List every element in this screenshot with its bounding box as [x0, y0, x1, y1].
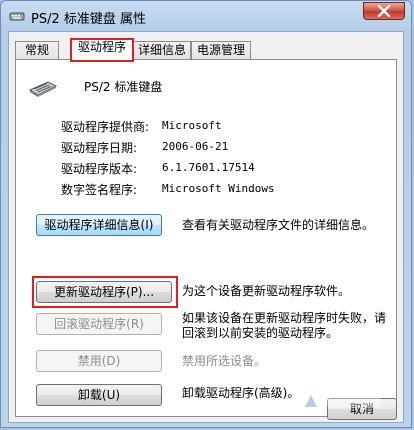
update-driver-button[interactable]: 更新驱动程序(P)...	[36, 281, 172, 303]
uninstall-driver-button[interactable]: 卸载(U)	[36, 384, 162, 406]
driver-details-button[interactable]: 驱动程序详细信息(I)	[36, 214, 162, 236]
driver-panel: PS/2 标准键盘 驱动程序提供商: Microsoft 驱动程序日期: 200…	[15, 59, 397, 417]
signer-label: 数字签名程序:	[61, 183, 138, 197]
version-value: 6.1.7601.17514	[162, 161, 255, 174]
close-icon	[377, 5, 391, 17]
disable-device-button[interactable]: 禁用(D)	[36, 350, 162, 372]
date-value: 2006-06-21	[162, 140, 229, 153]
provider-label: 驱动程序提供商:	[61, 120, 150, 134]
rollback-desc-line2: 回滚到以前安装的驱动程序。	[182, 326, 339, 340]
cancel-button[interactable]: 取消	[327, 398, 397, 420]
device-name: PS/2 标准键盘	[84, 80, 163, 94]
disable-device-desc: 禁用所选设备。	[182, 354, 267, 368]
tab-power-management[interactable]: 电源管理	[191, 41, 251, 59]
uninstall-driver-desc: 卸载驱动程序(高级)。	[182, 386, 300, 400]
dialog-client: 常规 驱动程序 详细信息 电源管理 PS/2 标准键盘 驱动程序提供商: Mic…	[8, 31, 404, 423]
tab-details[interactable]: 详细信息	[133, 41, 191, 59]
title-bar[interactable]: PS/2 标准键盘 属性	[1, 1, 411, 31]
signer-value: Microsoft Windows	[162, 182, 275, 195]
close-button[interactable]	[363, 2, 405, 20]
date-label: 驱动程序日期:	[61, 141, 138, 155]
tab-general[interactable]: 常规	[15, 41, 59, 59]
update-driver-desc: 为这个设备更新驱动程序软件。	[182, 284, 351, 298]
provider-value: Microsoft	[162, 119, 222, 132]
keyboard-icon	[9, 7, 25, 23]
tab-driver[interactable]: 驱动程序	[71, 38, 133, 60]
driver-details-desc: 查看有关驱动程序文件的详细信息。	[182, 218, 375, 232]
keyboard-device-icon	[28, 78, 58, 100]
properties-dialog: PS/2 标准键盘 属性 常规 驱动程序 详细信息 电源管理 PS/2 标准键盘…	[0, 0, 412, 428]
window-title: PS/2 标准键盘 属性	[31, 12, 147, 27]
version-label: 驱动程序版本:	[61, 162, 138, 176]
rollback-desc-line1: 如果该设备在更新驱动程序时失败，请	[182, 311, 387, 325]
rollback-driver-button[interactable]: 回滚驱动程序(R)	[36, 313, 162, 335]
